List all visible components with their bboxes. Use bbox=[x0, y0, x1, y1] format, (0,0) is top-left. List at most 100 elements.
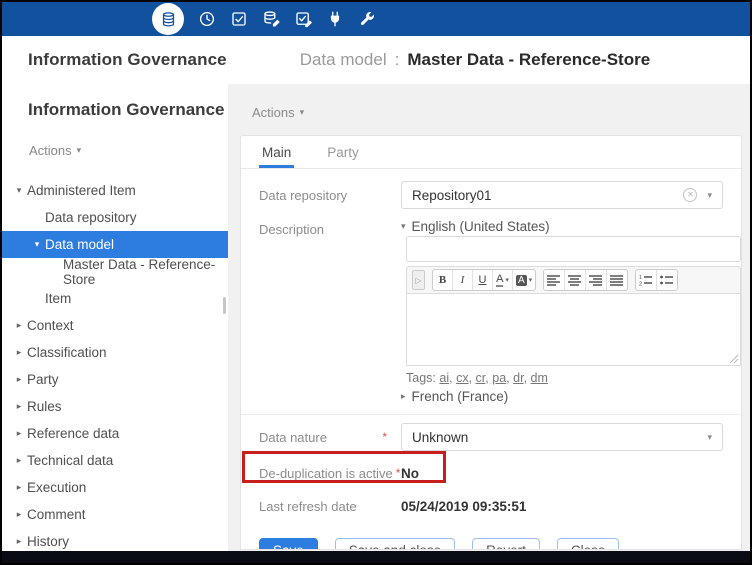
tag-link-cr[interactable]: cr bbox=[476, 371, 486, 385]
resize-handle-icon[interactable] bbox=[729, 354, 739, 364]
sidebar: Information Governance Actions ▾ ▾Admini… bbox=[2, 84, 228, 551]
chevron-right-icon: ▸ bbox=[401, 391, 406, 402]
close-button[interactable]: Close bbox=[557, 538, 620, 550]
sidebar-item-rules[interactable]: ▸Rules bbox=[2, 393, 228, 420]
form-buttons: Save Save and close Revert Close bbox=[259, 538, 723, 550]
italic-icon[interactable]: I bbox=[453, 270, 473, 290]
sidebar-item-data-model[interactable]: ▾Data model bbox=[2, 231, 228, 258]
ordered-list-icon[interactable]: 12 bbox=[636, 270, 657, 290]
unordered-list-icon[interactable] bbox=[657, 270, 677, 290]
tab-party[interactable]: Party bbox=[324, 136, 362, 168]
description-body-textarea[interactable] bbox=[406, 294, 741, 366]
description-row: Description ▾ English (United States) bbox=[259, 219, 723, 404]
save-button[interactable]: Save bbox=[259, 538, 318, 550]
chevron-right-icon[interactable]: ▸ bbox=[11, 482, 27, 493]
main-panel: Actions ▾ Main Party Data repository Repo… bbox=[228, 84, 750, 551]
bold-icon[interactable]: B bbox=[433, 270, 453, 290]
data-nature-select[interactable]: Unknown ▾ bbox=[401, 423, 723, 451]
underline-icon[interactable]: U bbox=[473, 270, 493, 290]
sidebar-item-classification[interactable]: ▸Classification bbox=[2, 339, 228, 366]
toolbar-collapse-icon[interactable]: ▷ bbox=[412, 270, 425, 290]
chevron-right-icon[interactable]: ▸ bbox=[11, 320, 27, 331]
app-title: Information Governance bbox=[28, 50, 227, 70]
data-repository-row: Data repository Repository01 ✕ ▾ bbox=[259, 181, 723, 209]
data-repository-input[interactable]: Repository01 ✕ ▾ bbox=[401, 181, 723, 209]
sidebar-item-context[interactable]: ▸Context bbox=[2, 312, 228, 339]
data-nature-row: Data nature * Unknown ▾ bbox=[259, 423, 723, 451]
save-and-close-button[interactable]: Save and close bbox=[335, 538, 455, 550]
sidebar-item-data-repository[interactable]: Data repository bbox=[2, 204, 228, 231]
chevron-right-icon[interactable]: ▸ bbox=[11, 536, 27, 547]
sidebar-item-label: Item bbox=[45, 291, 71, 306]
align-justify-icon[interactable] bbox=[607, 270, 627, 290]
dedup-row: De-duplication is active * No bbox=[259, 459, 723, 487]
chevron-right-icon[interactable]: ▸ bbox=[11, 374, 27, 385]
wrench-icon[interactable] bbox=[358, 10, 376, 28]
sidebar-item-administered-item[interactable]: ▾Administered Item bbox=[2, 177, 228, 204]
database-edit-icon[interactable] bbox=[262, 10, 280, 28]
chevron-right-icon[interactable]: ▸ bbox=[11, 401, 27, 412]
sidebar-item-execution[interactable]: ▸Execution bbox=[2, 474, 228, 501]
sidebar-item-label: Execution bbox=[27, 480, 86, 495]
sidebar-item-party[interactable]: ▸Party bbox=[2, 366, 228, 393]
chevron-right-icon[interactable]: ▸ bbox=[11, 509, 27, 520]
tag-link-dr[interactable]: dr bbox=[513, 371, 523, 385]
description-title-input[interactable] bbox=[406, 236, 741, 262]
chevron-down-icon: ▾ bbox=[401, 221, 406, 232]
sidebar-item-label: Data repository bbox=[45, 210, 137, 225]
sidebar-item-label: Data model bbox=[45, 237, 114, 252]
sidebar-item-item[interactable]: Item bbox=[2, 285, 228, 312]
chevron-right-icon[interactable]: ▸ bbox=[11, 428, 27, 439]
rich-text-editor: ▷ BIUA▾A▾12 bbox=[406, 266, 741, 366]
sidebar-scrollbar-thumb[interactable] bbox=[223, 297, 226, 314]
chevron-right-icon[interactable]: ▸ bbox=[11, 347, 27, 358]
database-icon[interactable] bbox=[152, 3, 184, 35]
locale-french-toggle[interactable]: ▸ French (France) bbox=[401, 389, 741, 404]
tag-link-pa[interactable]: pa bbox=[492, 371, 506, 385]
locale-english-toggle[interactable]: ▾ English (United States) bbox=[401, 219, 741, 234]
required-asterisk: * bbox=[396, 466, 401, 480]
tags-line: Tags: ai, cx, cr, pa, dr, dm bbox=[406, 371, 741, 385]
sidebar-item-history[interactable]: ▸History bbox=[2, 528, 228, 555]
revert-button[interactable]: Revert bbox=[472, 538, 540, 550]
tag-link-cx[interactable]: cx bbox=[456, 371, 469, 385]
sidebar-actions-label: Actions bbox=[29, 143, 72, 158]
plug-icon[interactable] bbox=[326, 10, 344, 28]
chevron-right-icon[interactable]: ▸ bbox=[11, 455, 27, 466]
data-nature-label: Data nature * bbox=[259, 430, 401, 445]
sidebar-item-comment[interactable]: ▸Comment bbox=[2, 501, 228, 528]
align-right-icon[interactable] bbox=[586, 270, 607, 290]
data-repository-value: Repository01 bbox=[412, 188, 683, 203]
align-left-icon[interactable] bbox=[544, 270, 565, 290]
sidebar-item-label: Classification bbox=[27, 345, 107, 360]
highlight-color-icon[interactable]: A▾ bbox=[513, 270, 535, 290]
app-window: Information Governance Data model : Mast… bbox=[0, 0, 752, 565]
sidebar-item-technical-data[interactable]: ▸Technical data bbox=[2, 447, 228, 474]
sidebar-item-reference-data[interactable]: ▸Reference data bbox=[2, 420, 228, 447]
top-toolbar bbox=[2, 2, 750, 36]
breadcrumb-item: Master Data - Reference-Store bbox=[407, 50, 650, 70]
tags-list: ai, cx, cr, pa, dr, dm bbox=[439, 371, 548, 385]
main-actions-label: Actions bbox=[252, 105, 295, 120]
align-center-icon[interactable] bbox=[565, 270, 586, 290]
sidebar-item-label: Reference data bbox=[27, 426, 119, 441]
text-color-icon[interactable]: A▾ bbox=[493, 270, 513, 290]
last-refresh-row: Last refresh date 05/24/2019 09:35:51 bbox=[259, 499, 723, 514]
sidebar-item-label: Administered Item bbox=[27, 183, 136, 198]
chevron-down-icon[interactable]: ▾ bbox=[707, 190, 712, 201]
clock-icon[interactable] bbox=[198, 10, 216, 28]
chevron-down-icon[interactable]: ▾ bbox=[29, 239, 45, 250]
tag-link-dm[interactable]: dm bbox=[531, 371, 548, 385]
task-check-icon[interactable] bbox=[230, 10, 248, 28]
task-edit-icon[interactable] bbox=[294, 10, 312, 28]
tab-main[interactable]: Main bbox=[259, 136, 294, 168]
page-header: Information Governance Data model : Mast… bbox=[2, 36, 750, 84]
chevron-down-icon[interactable]: ▾ bbox=[707, 432, 712, 443]
clear-icon[interactable]: ✕ bbox=[683, 188, 697, 202]
main-actions-dropdown[interactable]: Actions ▾ bbox=[252, 105, 304, 120]
tag-link-ai[interactable]: ai bbox=[439, 371, 449, 385]
tab-bar: Main Party bbox=[241, 136, 741, 169]
sidebar-item-master-data-reference-store[interactable]: Master Data - Reference-Store bbox=[2, 258, 228, 285]
sidebar-actions-dropdown[interactable]: Actions ▾ bbox=[29, 143, 81, 158]
chevron-down-icon[interactable]: ▾ bbox=[11, 185, 27, 196]
